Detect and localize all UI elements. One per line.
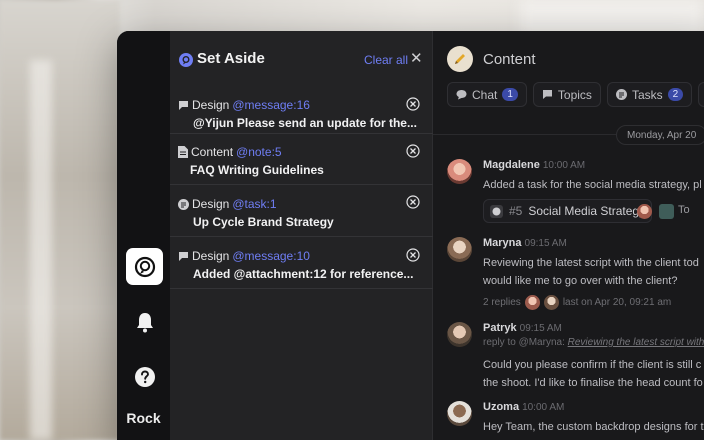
message-time: 10:00 AM: [542, 160, 586, 171]
set-aside-panel: Set Aside Clear all ✕ Design @message:16…: [170, 31, 433, 440]
avatar: [543, 295, 559, 310]
item-ref[interactable]: @message:16: [232, 98, 310, 112]
remove-icon[interactable]: [406, 97, 420, 111]
message-text: Could you please confirm if the client i…: [483, 359, 702, 371]
message-text: Added a task for the social media strate…: [483, 179, 702, 191]
set-aside-item[interactable]: Design @task:1 Up Cycle Brand Strategy: [170, 185, 433, 237]
pencil-icon: [455, 54, 465, 64]
reply-count: 2 replies: [483, 297, 521, 308]
close-icon[interactable]: ✕: [410, 51, 423, 66]
set-aside-item[interactable]: Content @note:5 FAQ Writing Guidelines: [170, 134, 433, 185]
rock-logo-icon: [134, 256, 155, 277]
task-due: To: [678, 204, 690, 216]
task-number: #5: [509, 204, 523, 218]
set-aside-item-header: Design @message:10: [178, 249, 310, 263]
set-aside-item-header: Design @task:1: [178, 197, 277, 211]
set-aside-item[interactable]: Design @message:10 Added @attachment:12 …: [170, 237, 433, 289]
chat-bubble-icon: [179, 100, 188, 110]
avatar[interactable]: [447, 322, 472, 347]
chat-message[interactable]: Magdalene 10:00 AM Added a task for the s…: [447, 159, 704, 229]
calendar-icon: [659, 204, 674, 219]
tab-label: Tasks: [631, 87, 663, 102]
message-time: 09:15 AM: [519, 323, 562, 334]
notifications-button[interactable]: [126, 303, 163, 340]
chat-message[interactable]: Uzoma 10:00 AM Hey Team, the custom backd…: [447, 401, 704, 440]
rail-home-button[interactable]: [126, 248, 163, 285]
tab-notes[interactable]: [698, 82, 704, 107]
task-icon: [178, 198, 189, 210]
remove-icon[interactable]: [406, 248, 420, 262]
content-area: Content Chat 1 Topics Tasks 2 Monday, Ap…: [433, 31, 704, 440]
space-title: Content: [483, 51, 536, 68]
help-icon: [134, 366, 155, 387]
item-ref[interactable]: @note:5: [236, 145, 282, 159]
task-title: Social Media Strategy: [528, 204, 646, 218]
workspace-rail: Rock: [117, 31, 170, 440]
bell-icon: [136, 312, 153, 332]
avatar[interactable]: [447, 237, 472, 262]
set-aside-item[interactable]: Design @message:16 @Yijun Please send an…: [170, 87, 433, 134]
message-text: the shoot. I'd like to finalise the head…: [483, 377, 703, 389]
remove-icon[interactable]: [406, 195, 420, 209]
message-time: 10:00 AM: [522, 402, 565, 413]
space-tabs: Chat 1 Topics Tasks 2: [447, 82, 704, 107]
task-icon: [490, 204, 503, 218]
tab-tasks[interactable]: Tasks 2: [606, 82, 693, 107]
avatar[interactable]: [447, 159, 472, 184]
unread-badge: 1: [502, 88, 518, 101]
item-ref[interactable]: @task:1: [232, 197, 276, 211]
chat-bubble-icon: [456, 90, 467, 100]
message-text: Reviewing the latest script with the cli…: [483, 257, 699, 269]
note-icon: [178, 146, 188, 158]
panel-header: Set Aside Clear all ✕: [170, 31, 432, 87]
set-aside-item-header: Design @message:16: [178, 98, 310, 112]
avatar: [524, 295, 540, 310]
item-preview: Up Cycle Brand Strategy: [193, 215, 334, 229]
clear-all-button[interactable]: Clear all: [364, 53, 408, 67]
item-preview: @Yijun Please send an update for the...: [193, 116, 417, 130]
reply-reference[interactable]: reply to @Maryna: Reviewing the latest s…: [483, 337, 704, 348]
assignee-avatar: [637, 204, 652, 219]
space-avatar: [447, 46, 473, 72]
chat-message[interactable]: Maryna 09:15 AM Reviewing the latest scri…: [447, 237, 704, 315]
last-reply-time: last on Apr 20, 09:21 am: [562, 297, 672, 308]
message-author[interactable]: Uzoma 10:00 AM: [483, 401, 564, 413]
message-author[interactable]: Maryna 09:15 AM: [483, 237, 567, 249]
tab-label: Topics: [557, 87, 592, 102]
space-name: Design: [192, 197, 230, 211]
chat-message[interactable]: Patryk 09:15 AM reply to @Maryna: Reviewi…: [447, 322, 704, 392]
message-time: 09:15 AM: [524, 238, 567, 249]
background-blur: [0, 0, 120, 440]
avatar[interactable]: [447, 401, 472, 426]
item-preview: Added @attachment:12 for reference...: [193, 267, 414, 281]
tasks-icon: [615, 89, 627, 100]
panel-title: Set Aside: [197, 50, 265, 67]
app-window: Rock Set Aside Clear all ✕ Design @messa…: [117, 31, 704, 440]
tab-topics[interactable]: Topics: [532, 82, 601, 107]
space-name: Design: [192, 249, 230, 263]
message-author[interactable]: Patryk 09:15 AM: [483, 322, 562, 334]
tab-chat[interactable]: Chat 1: [447, 82, 527, 107]
space-name: Design: [192, 98, 230, 112]
message-text: would like me to go over with the client…: [483, 275, 678, 287]
message-author[interactable]: Magdalene 10:00 AM: [483, 159, 585, 171]
tab-label: Chat: [472, 87, 498, 102]
remove-icon[interactable]: [406, 144, 420, 158]
help-button[interactable]: [126, 358, 163, 395]
unread-badge: 2: [667, 88, 684, 101]
task-link[interactable]: #5 Social Media Strategy: [483, 199, 653, 223]
chat-bubble-icon: [179, 251, 188, 261]
set-aside-item-header: Content @note:5: [178, 145, 282, 159]
item-ref[interactable]: @message:10: [232, 249, 310, 263]
thread-replies[interactable]: 2 replies last on Apr 20, 09:21 am: [483, 295, 671, 310]
item-preview: FAQ Writing Guidelines: [190, 163, 324, 177]
date-pill: Monday, Apr 20: [616, 125, 704, 145]
rock-logo-icon: [179, 53, 193, 67]
message-text: Hey Team, the custom backdrop designs fo…: [483, 421, 704, 433]
background-blur: [30, 60, 52, 440]
topics-icon: [542, 90, 552, 99]
workspace-name: Rock: [126, 410, 161, 426]
space-name: Content: [191, 145, 234, 159]
